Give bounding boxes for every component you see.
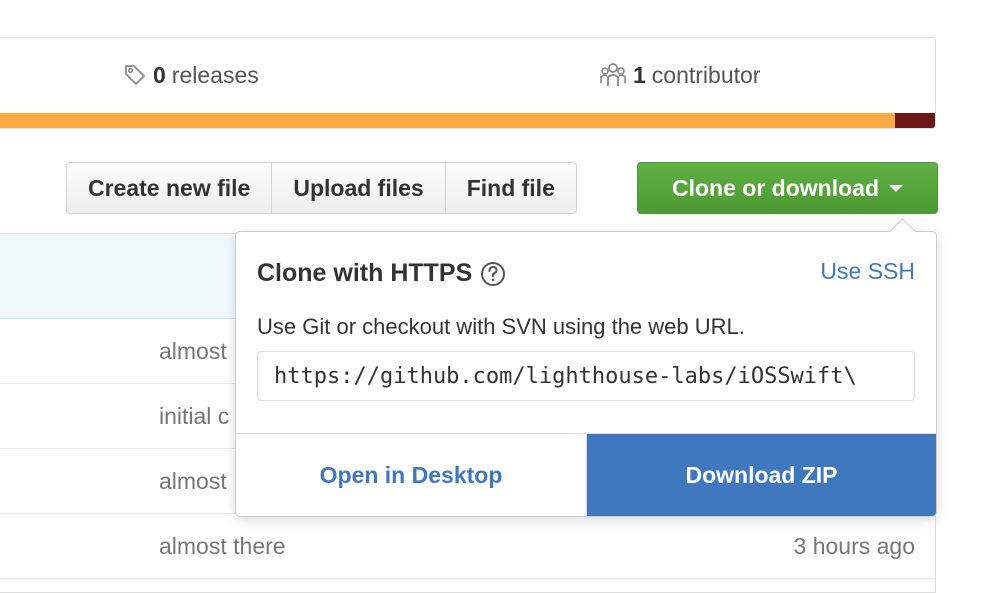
commit-message[interactable]: almost there: [159, 533, 286, 560]
releases-label: releases: [171, 61, 259, 88]
upload-files-button[interactable]: Upload files: [272, 163, 446, 213]
releases-link[interactable]: 0 releases: [123, 60, 259, 90]
download-zip-button[interactable]: Download ZIP: [587, 434, 936, 516]
contributors-label: contributor: [651, 61, 761, 88]
clone-description: Use Git or checkout with SVN using the w…: [257, 314, 745, 339]
contributors-link[interactable]: 1 contributor: [599, 60, 760, 90]
use-ssh-link[interactable]: Use SSH: [820, 258, 915, 285]
releases-count: 0: [153, 61, 166, 88]
clone-dropdown-footer: Open in Desktop Download ZIP: [236, 433, 936, 516]
clone-dropdown-title: Clone with HTTPS: [257, 259, 506, 288]
repo-summary: 0 releases 1 contributor: [0, 37, 936, 129]
chevron-down-icon: [889, 184, 903, 192]
clone-url-input[interactable]: [257, 351, 915, 401]
language-segment-primary[interactable]: [0, 113, 895, 128]
language-segment-secondary[interactable]: [895, 113, 935, 128]
organization-icon: [599, 61, 627, 89]
commit-message[interactable]: initial c: [159, 403, 229, 430]
file-navigation-buttons: Create new file Upload files Find file: [66, 162, 577, 214]
clone-dropdown: Clone with HTTPS Use SSH Use Git or chec…: [235, 218, 937, 517]
commit-age: 3 hours ago: [793, 533, 915, 559]
commit-message[interactable]: almost: [159, 468, 227, 495]
commit-message[interactable]: almost: [159, 338, 227, 365]
clone-title-text: Clone with HTTPS: [257, 259, 473, 287]
language-bar[interactable]: [0, 113, 935, 128]
table-row[interactable]: almost there 3 hours ago: [0, 513, 935, 579]
clone-or-download-label: Clone or download: [672, 174, 879, 201]
dropdown-pointer: [889, 218, 916, 245]
create-new-file-button[interactable]: Create new file: [67, 163, 273, 213]
tag-icon: [123, 63, 147, 87]
find-file-button[interactable]: Find file: [445, 163, 576, 213]
contributors-count: 1: [633, 61, 646, 88]
open-in-desktop-button[interactable]: Open in Desktop: [236, 434, 587, 516]
clone-or-download-button[interactable]: Clone or download: [637, 162, 938, 214]
question-icon[interactable]: [480, 261, 506, 287]
